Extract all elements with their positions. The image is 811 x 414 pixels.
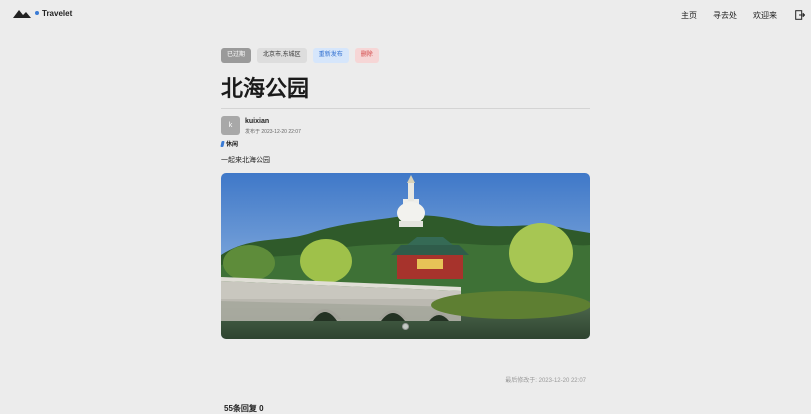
author-info: kuixian 发布于 2023-12-20 22:07 [245,116,301,135]
nav-home[interactable]: 主页 [681,10,697,21]
category-label: 休闲 [226,142,239,148]
brand-name: Travelet [42,8,73,18]
mountain-logo-icon [13,10,31,18]
beihai-park-photo [221,173,590,339]
nav-explore[interactable]: 寻去处 [713,10,737,21]
republish-button[interactable]: 重新发布 [312,48,349,63]
brand-dot-icon [35,11,39,15]
publish-time: 发布于 2023-12-20 22:07 [245,129,301,135]
logo[interactable]: Travelet [13,8,72,18]
location-badge: 北京市,东城区 [257,48,307,63]
category-icon [220,140,225,147]
author-block: k kuixian 发布于 2023-12-20 22:07 [221,116,590,135]
logout-icon[interactable] [795,10,805,20]
post-photo[interactable] [221,173,590,339]
last-modified: 最后修改于: 2023-12-20 22:07 [505,378,586,384]
post-body: 一起来北海公园 [221,157,270,164]
nav-welcome[interactable]: 欢迎来 [753,10,777,21]
article: 已过期 北京市,东城区 重新发布 删除 北海公园 k kuixian 发布于 2… [220,48,590,339]
tag-row: 已过期 北京市,东城区 重新发布 删除 [221,48,590,63]
brand: Travelet [35,9,72,18]
top-nav: 主页 寻去处 欢迎来 [681,10,777,21]
divider [221,108,590,109]
page-title: 北海公园 [221,76,310,101]
avatar[interactable]: k [221,116,240,135]
delete-button[interactable]: 删除 [354,48,379,63]
category-tag[interactable]: 休闲 [220,139,590,148]
status-badge: 已过期 [221,48,252,63]
author-name[interactable]: kuixian [245,117,301,126]
carousel-indicator[interactable] [402,323,409,330]
